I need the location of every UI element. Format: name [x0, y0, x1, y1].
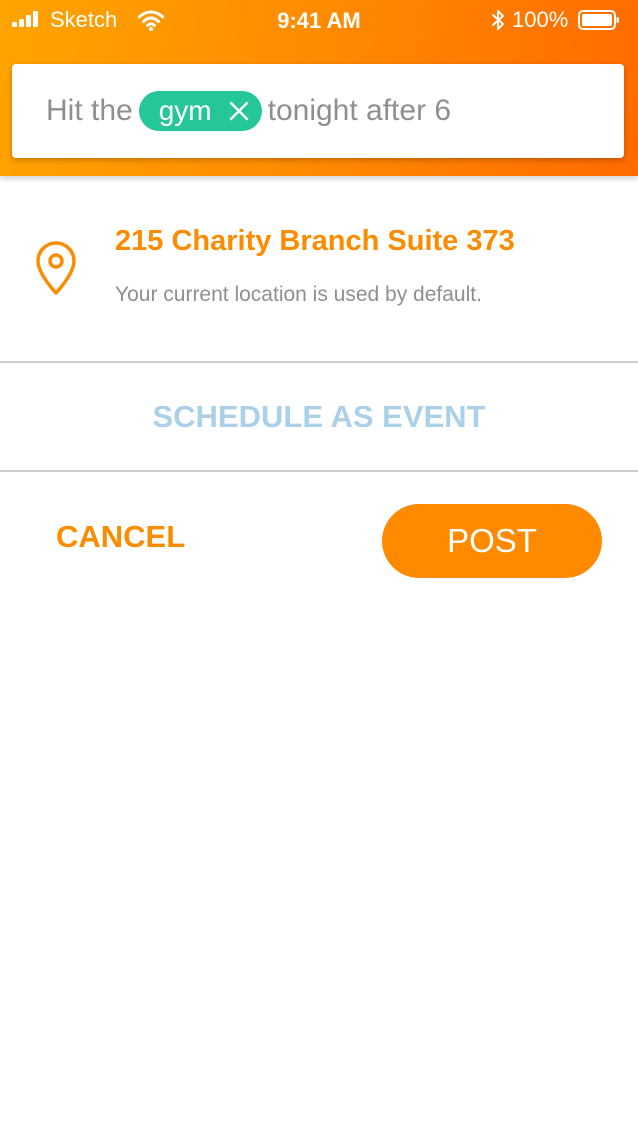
status-bar: Sketch 9:41 AM 100% — [0, 0, 638, 40]
post-composer-field[interactable]: Hit the gym tonight after 6 — [12, 64, 624, 158]
schedule-as-event-button[interactable]: SCHEDULE AS EVENT — [0, 363, 638, 470]
battery-percent: 100% — [512, 7, 569, 32]
close-icon[interactable] — [228, 100, 250, 122]
composer-text-after: tonight after 6 — [267, 94, 452, 127]
battery-icon — [578, 10, 619, 30]
tag-chip-label: gym — [158, 95, 212, 126]
composer-text-before: Hit the — [46, 94, 133, 127]
divider — [0, 470, 638, 472]
map-pin-icon — [36, 241, 76, 295]
location-note: Your current location is used by default… — [115, 283, 482, 306]
post-button[interactable]: POST — [382, 504, 602, 578]
location-row[interactable]: 215 Charity Branch Suite 373 Your curren… — [0, 176, 638, 361]
cancel-button[interactable]: CANCEL — [56, 519, 185, 555]
bluetooth-icon — [492, 10, 504, 30]
tag-chip-gym[interactable]: gym — [138, 91, 262, 131]
header: Sketch 9:41 AM 100% Hit the gym tonight … — [0, 0, 638, 176]
location-address: 215 Charity Branch Suite 373 — [115, 225, 515, 257]
